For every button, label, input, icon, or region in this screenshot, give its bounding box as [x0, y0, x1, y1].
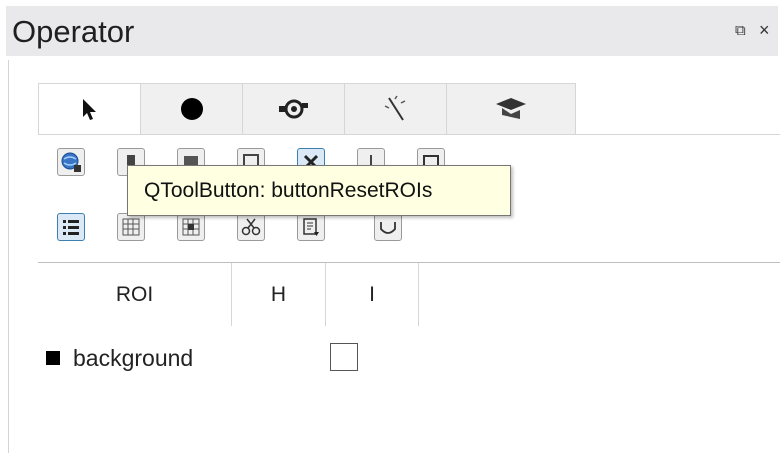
roi-color-swatch: [46, 351, 60, 365]
operator-panel: Operator ⧉ × QToolButton: buttonResetROI…: [0, 0, 780, 454]
tab-wand[interactable]: [344, 83, 448, 134]
tab-camera[interactable]: [242, 83, 346, 134]
list-checked-icon: [63, 220, 79, 235]
close-icon[interactable]: ×: [759, 20, 770, 41]
shape-button[interactable]: [374, 213, 402, 241]
column-header-h[interactable]: H: [232, 263, 326, 326]
magic-wand-icon: [384, 95, 406, 121]
roi-label: background: [73, 345, 194, 371]
shape-icon: [380, 222, 396, 234]
document-export-button[interactable]: [297, 213, 325, 241]
roi-table: ROI H I background: [38, 262, 780, 454]
scissors-icon: [241, 218, 261, 236]
roi-visible-checkbox[interactable]: [330, 343, 358, 371]
list-checked-button[interactable]: [57, 213, 85, 241]
globe-add-icon: [61, 152, 81, 172]
document-export-icon: [303, 218, 319, 236]
scissors-button[interactable]: [237, 213, 265, 241]
camera-icon: [279, 99, 308, 119]
float-icon[interactable]: ⧉: [735, 22, 746, 39]
pointer-arrow-icon: [83, 99, 96, 120]
tab-circle[interactable]: [140, 83, 244, 134]
grid-add-button[interactable]: [177, 213, 205, 241]
grid-add-icon: [182, 218, 200, 236]
column-header-roi[interactable]: ROI: [38, 263, 232, 326]
grid-icon: [122, 218, 140, 236]
globe-add-button[interactable]: [57, 148, 85, 176]
column-header-i[interactable]: I: [326, 263, 419, 326]
grid-button[interactable]: [117, 213, 145, 241]
table-header: ROI H I: [38, 263, 780, 326]
tab-pointer[interactable]: [38, 83, 142, 136]
tooltip: QToolButton: buttonResetROIs: [127, 165, 511, 216]
panel-title: Operator: [12, 14, 135, 49]
table-row[interactable]: background: [38, 341, 780, 375]
graduation-cap-icon: [496, 98, 526, 119]
tab-bar: [38, 83, 780, 136]
dock-title-bar[interactable]: Operator ⧉ ×: [6, 6, 778, 56]
tab-learn[interactable]: [446, 83, 576, 134]
circle-icon: [181, 98, 203, 120]
